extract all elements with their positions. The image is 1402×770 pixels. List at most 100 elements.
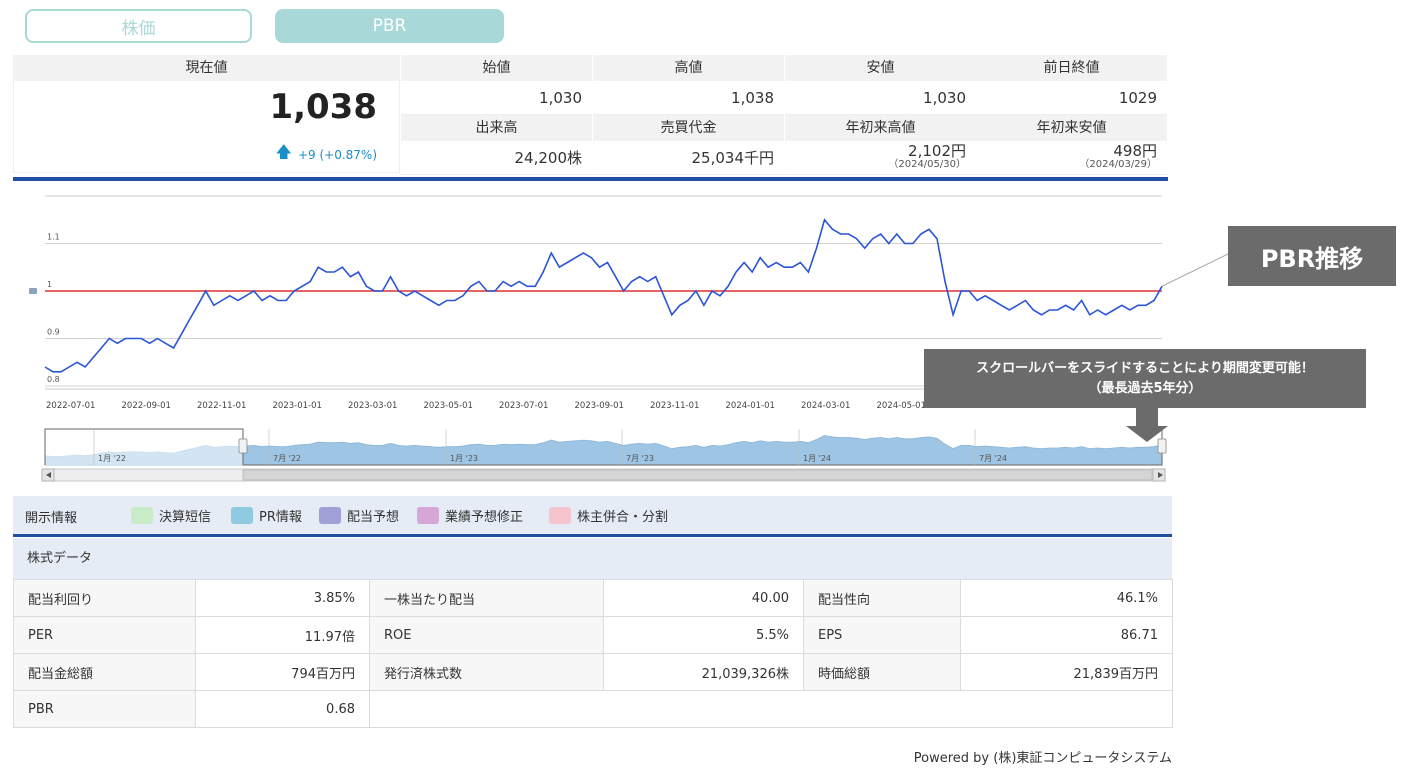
legend-swatch (131, 507, 153, 524)
legend-swatch (319, 507, 341, 524)
x-tick-label: 2022-11-01 (197, 401, 246, 411)
quote-value-cell: 1,038 (593, 81, 784, 115)
quote-value: 1,030 (539, 89, 582, 107)
stock-data-label: 配当利回り (13, 579, 196, 617)
y-tick-label: 1.1 (47, 233, 60, 242)
powered-by: Powered by (株)東証コンピュータシステム (913, 751, 1172, 766)
navigator-handle-right[interactable] (1157, 438, 1167, 454)
x-tick-label: 2023-01-01 (273, 401, 322, 411)
quote-value-cell: 1,030 (401, 81, 592, 115)
scroll-hint-line2: （最長過去5年分） (1088, 381, 1202, 396)
pbr-label-callout: PBR推移 (1228, 226, 1396, 286)
x-tick-label: 2023-05-01 (424, 401, 473, 411)
table-row: 配当利回り 3.85% 一株当たり配当 40.00 配当性向 46.1% (13, 579, 1173, 617)
current-price-box: 1,038 🡅 +9 (+0.87%) (13, 81, 400, 173)
navigator-label: 1月 '22 (98, 454, 126, 463)
quote-label: 売買代金 (593, 115, 784, 141)
stock-data-table: 配当利回り 3.85% 一株当たり配当 40.00 配当性向 46.1% PER 11.97倍… (13, 579, 1173, 728)
quote-label: 前日終値 (976, 55, 1167, 81)
x-tick-label: 2023-07-01 (499, 401, 548, 411)
stock-data-label: 一株当たり配当 (369, 579, 604, 617)
y-tick-label: 0.9 (47, 328, 60, 337)
quote-label: 年初来安値 (976, 115, 1167, 141)
stock-data-label: 発行済株式数 (369, 653, 604, 691)
stock-data-value: 40.00 (603, 579, 804, 617)
scrollbar-thumb[interactable] (242, 469, 1153, 481)
stock-data-label: PBR (13, 690, 196, 728)
tab-pbr[interactable]: PBR (275, 9, 504, 43)
navigator-mask (45, 429, 243, 465)
x-tick-label: 2024-05-01 (877, 401, 926, 411)
quote-value-cell: 1,030 (785, 81, 976, 115)
stock-data-value: 3.85% (195, 579, 370, 617)
legend-label: 配当予想 (347, 510, 400, 525)
legend-label: 決算短信 (159, 510, 212, 525)
callout-connector (1161, 253, 1229, 287)
x-tick-label: 2024-01-01 (726, 401, 775, 411)
legend-label: 株主併合・分割 (577, 510, 669, 525)
x-tick-label: 2022-09-01 (122, 401, 171, 411)
stock-data-value: 21,839百万円 (960, 653, 1173, 691)
scroll-hint-line1: スクロールバーをスライドすることにより期間変更可能！ (976, 361, 1314, 376)
table-row: PER 11.97倍 ROE 5.5% EPS 86.71 (13, 616, 1173, 654)
y-axis-marker (29, 288, 37, 294)
legend-swatch (549, 507, 571, 524)
quote-value: 2,102円 (908, 142, 966, 160)
stock-data-value: 5.5% (603, 616, 804, 654)
empty-cell (369, 690, 1173, 728)
stock-data-value: 46.1% (960, 579, 1173, 617)
quote-label: 年初来高値 (785, 115, 976, 141)
x-tick-label: 2023-03-01 (348, 401, 397, 411)
legend-swatch (417, 507, 439, 524)
quote-value-cell: 24,200株 (401, 141, 592, 175)
legend-label: PR情報 (259, 510, 302, 525)
x-tick-label: 2024-03-01 (801, 401, 850, 411)
stock-data-value: 0.68 (195, 690, 370, 728)
quote-value: 25,034千円 (691, 149, 775, 167)
quote-label: 安値 (785, 55, 976, 81)
stock-data-title: 株式データ (13, 538, 1172, 579)
quote-panel: 現在値 1,038 🡅 +9 (+0.87%) 始値 1,030 高値 1,038 安値… (13, 55, 1168, 175)
x-tick-label: 2022-07-01 (46, 401, 95, 411)
quote-value: 24,200株 (514, 149, 583, 167)
y-tick-label: 1 (47, 280, 52, 289)
stock-data-label: PER (13, 616, 196, 654)
quote-label: 高値 (593, 55, 784, 81)
pbr-chart: 1.1 1 0.9 0.8 2022-07-01 2022-09-01 2022-11-01… (29, 195, 1229, 482)
price-change-text: +9 (+0.87%) (297, 147, 377, 162)
stock-data-label: 時価総額 (803, 653, 961, 691)
legend-item-split[interactable]: 株主併合・分割 (549, 506, 668, 525)
legend-item-dividend[interactable]: 配当予想 (319, 506, 399, 525)
stock-data-section: 株式データ 配当利回り 3.85% 一株当たり配当 40.00 配当性向 46.1% PER… (13, 538, 1173, 728)
quote-label: 出来高 (401, 115, 592, 141)
quote-value-cell: 25,034千円 (593, 141, 784, 175)
stock-data-label: 配当金総額 (13, 653, 196, 691)
quote-value: 1,038 (731, 89, 774, 107)
y-tick-label: 0.8 (47, 375, 60, 384)
quote-divider (13, 177, 1168, 181)
stock-data-value: 21,039,326株 (603, 653, 804, 691)
x-tick-label: 2023-09-01 (575, 401, 624, 411)
quote-value-date: （2024/03/29） (1079, 159, 1157, 170)
legend-label: 業績予想修正 (445, 510, 524, 525)
navigator-handle-left[interactable] (238, 438, 248, 454)
quote-value: 1,030 (923, 89, 966, 107)
stock-data-value: 86.71 (960, 616, 1173, 654)
navigator-label: 7月 '24 (979, 454, 1007, 463)
disclosure-legend: 開示情報 決算短信 PR情報 配当予想 業績予想修正 株主併合・分割 (13, 496, 1172, 537)
quote-value-cell: 1029 (976, 81, 1167, 115)
quote-value: 1029 (1118, 89, 1157, 107)
legend-item-forecast-revision[interactable]: 業績予想修正 (417, 506, 523, 525)
arrow-up-icon: 🡅 (275, 142, 292, 161)
quote-value-cell: 498円 （2024/03/29） (976, 141, 1167, 175)
current-price-label: 現在値 (13, 55, 400, 81)
quote-value-cell: 2,102円 （2024/05/30） (785, 141, 976, 175)
quote-value-date: （2024/05/30） (888, 159, 966, 170)
legend-title: 開示情報 (25, 511, 78, 526)
tab-stock-price[interactable]: 株価 (25, 9, 252, 43)
legend-item-pr[interactable]: PR情報 (231, 506, 302, 525)
x-tick-label: 2023-11-01 (650, 401, 699, 411)
legend-swatch (231, 507, 253, 524)
stock-data-label: 配当性向 (803, 579, 961, 617)
legend-item-earnings[interactable]: 決算短信 (131, 506, 211, 525)
